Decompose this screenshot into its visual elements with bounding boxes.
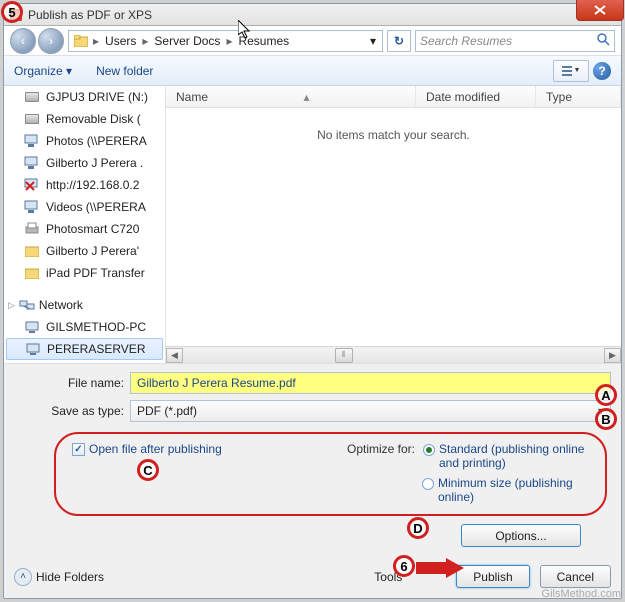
scroll-thumb[interactable]: ⫴ — [335, 348, 353, 363]
empty-message: No items match your search. — [166, 108, 621, 346]
column-headers: Name▴ Date modified Type — [166, 86, 621, 108]
drive-icon — [24, 89, 40, 105]
folder-icon — [73, 33, 89, 49]
cancel-button[interactable]: Cancel — [540, 565, 611, 588]
folder-icon — [24, 243, 40, 259]
annotation-marker-D: D — [407, 517, 429, 539]
close-button[interactable] — [576, 0, 624, 21]
computer-icon — [24, 319, 40, 335]
horizontal-scrollbar[interactable]: ◀ ⫴ ▶ — [166, 346, 621, 363]
refresh-button[interactable]: ↻ — [387, 30, 411, 52]
watermark: GilsMethod.com — [542, 588, 621, 600]
network-drive-icon — [24, 199, 40, 215]
breadcrumb-segment[interactable]: Users — [101, 34, 140, 48]
tree-item[interactable]: Gilberto J Perera' — [4, 240, 165, 262]
radio-minimum-label: Minimum size (publishing online) — [438, 476, 588, 504]
annotation-marker-5: 5 — [1, 1, 23, 23]
annotation-marker-B: B — [595, 408, 617, 430]
tree-group-network[interactable]: ▷ Network — [4, 294, 165, 316]
savetype-dropdown[interactable]: PDF (*.pdf)▾ — [130, 400, 611, 422]
forward-button[interactable]: › — [38, 28, 64, 54]
tree-item[interactable]: Videos (\\PERERA — [4, 196, 165, 218]
savetype-label: Save as type: — [14, 404, 124, 418]
nav-row: ‹ › ▸ Users ▸ Server Docs ▸ Resumes ▾ ↻ … — [4, 26, 621, 56]
tree-item[interactable]: Removable Disk ( — [4, 108, 165, 130]
organize-menu[interactable]: Organize ▾ — [14, 64, 72, 78]
tree-item[interactable]: Photos (\\PERERA — [4, 130, 165, 152]
folder-icon — [24, 265, 40, 281]
tree-item[interactable]: GJPU3 DRIVE (N:) — [4, 86, 165, 108]
printer-icon — [24, 221, 40, 237]
chevron-right-icon: ▸ — [140, 34, 150, 48]
column-date[interactable]: Date modified — [416, 86, 536, 107]
file-list-panel: Name▴ Date modified Type No items match … — [166, 86, 621, 363]
network-drive-icon — [24, 133, 40, 149]
new-folder-button[interactable]: New folder — [96, 64, 153, 78]
form-panel: File name: Save as type: PDF (*.pdf)▾ ✓ … — [4, 363, 621, 598]
tree-item-selected[interactable]: PERERASERVER — [6, 338, 163, 360]
search-placeholder: Search Resumes — [420, 34, 512, 48]
hide-folders-button[interactable]: ˄ Hide Folders — [14, 568, 104, 586]
scroll-right-button[interactable]: ▶ — [604, 348, 621, 363]
tree-item[interactable]: GILSMETHOD-PC — [4, 316, 165, 338]
checkbox-icon: ✓ — [72, 443, 85, 456]
network-drive-icon — [24, 155, 40, 171]
options-button[interactable]: Options... — [461, 524, 581, 547]
radio-standard-label: Standard (publishing online and printing… — [439, 442, 589, 470]
network-icon — [19, 297, 35, 313]
titlebar: Publish as PDF or XPS — [4, 4, 621, 26]
annotation-marker-6: 6 — [393, 555, 415, 577]
dialog-window: Publish as PDF or XPS ‹ › ▸ Users ▸ Serv… — [3, 3, 622, 599]
chevron-right-icon: ▸ — [91, 34, 101, 48]
search-icon — [596, 32, 610, 49]
drive-icon — [24, 111, 40, 127]
annotation-marker-A: A — [595, 384, 617, 406]
filename-input[interactable] — [130, 372, 611, 394]
refresh-icon: ↻ — [394, 34, 404, 48]
optimize-label: Optimize for: — [347, 442, 415, 456]
toolbar: Organize ▾ New folder ? — [4, 56, 621, 86]
radio-standard[interactable] — [423, 444, 435, 456]
tree-item[interactable]: Photosmart C720 — [4, 218, 165, 240]
tree-item[interactable]: iPad PDF Transfer — [4, 262, 165, 284]
help-button[interactable]: ? — [593, 62, 611, 80]
column-type[interactable]: Type — [536, 86, 621, 107]
radio-minimum[interactable] — [422, 478, 434, 490]
broken-network-icon — [24, 177, 40, 193]
chevron-right-icon: ▸ — [224, 34, 234, 48]
annotation-arrow — [416, 558, 464, 578]
chevron-up-icon: ˄ — [14, 568, 32, 586]
publish-button[interactable]: Publish — [456, 565, 529, 588]
scroll-left-button[interactable]: ◀ — [166, 348, 183, 363]
tree-item[interactable]: Gilberto J Perera . — [4, 152, 165, 174]
tree-item[interactable]: http://192.168.0.2 — [4, 174, 165, 196]
chevron-down-icon[interactable]: ▾ — [366, 34, 380, 48]
search-input[interactable]: Search Resumes — [415, 30, 615, 52]
view-mode-button[interactable] — [553, 60, 589, 82]
expand-icon[interactable]: ▷ — [8, 300, 15, 311]
sidebar-tree: GJPU3 DRIVE (N:) Removable Disk ( Photos… — [4, 86, 166, 363]
back-button[interactable]: ‹ — [10, 28, 36, 54]
window-title: Publish as PDF or XPS — [28, 8, 152, 22]
filename-label: File name: — [14, 376, 124, 390]
breadcrumb-segment[interactable]: Resumes — [234, 34, 293, 48]
breadcrumb-bar[interactable]: ▸ Users ▸ Server Docs ▸ Resumes ▾ — [68, 30, 383, 52]
annotation-marker-C: C — [137, 459, 159, 481]
breadcrumb-segment[interactable]: Server Docs — [150, 34, 224, 48]
column-name[interactable]: Name▴ — [166, 86, 416, 107]
computer-icon — [25, 341, 41, 357]
